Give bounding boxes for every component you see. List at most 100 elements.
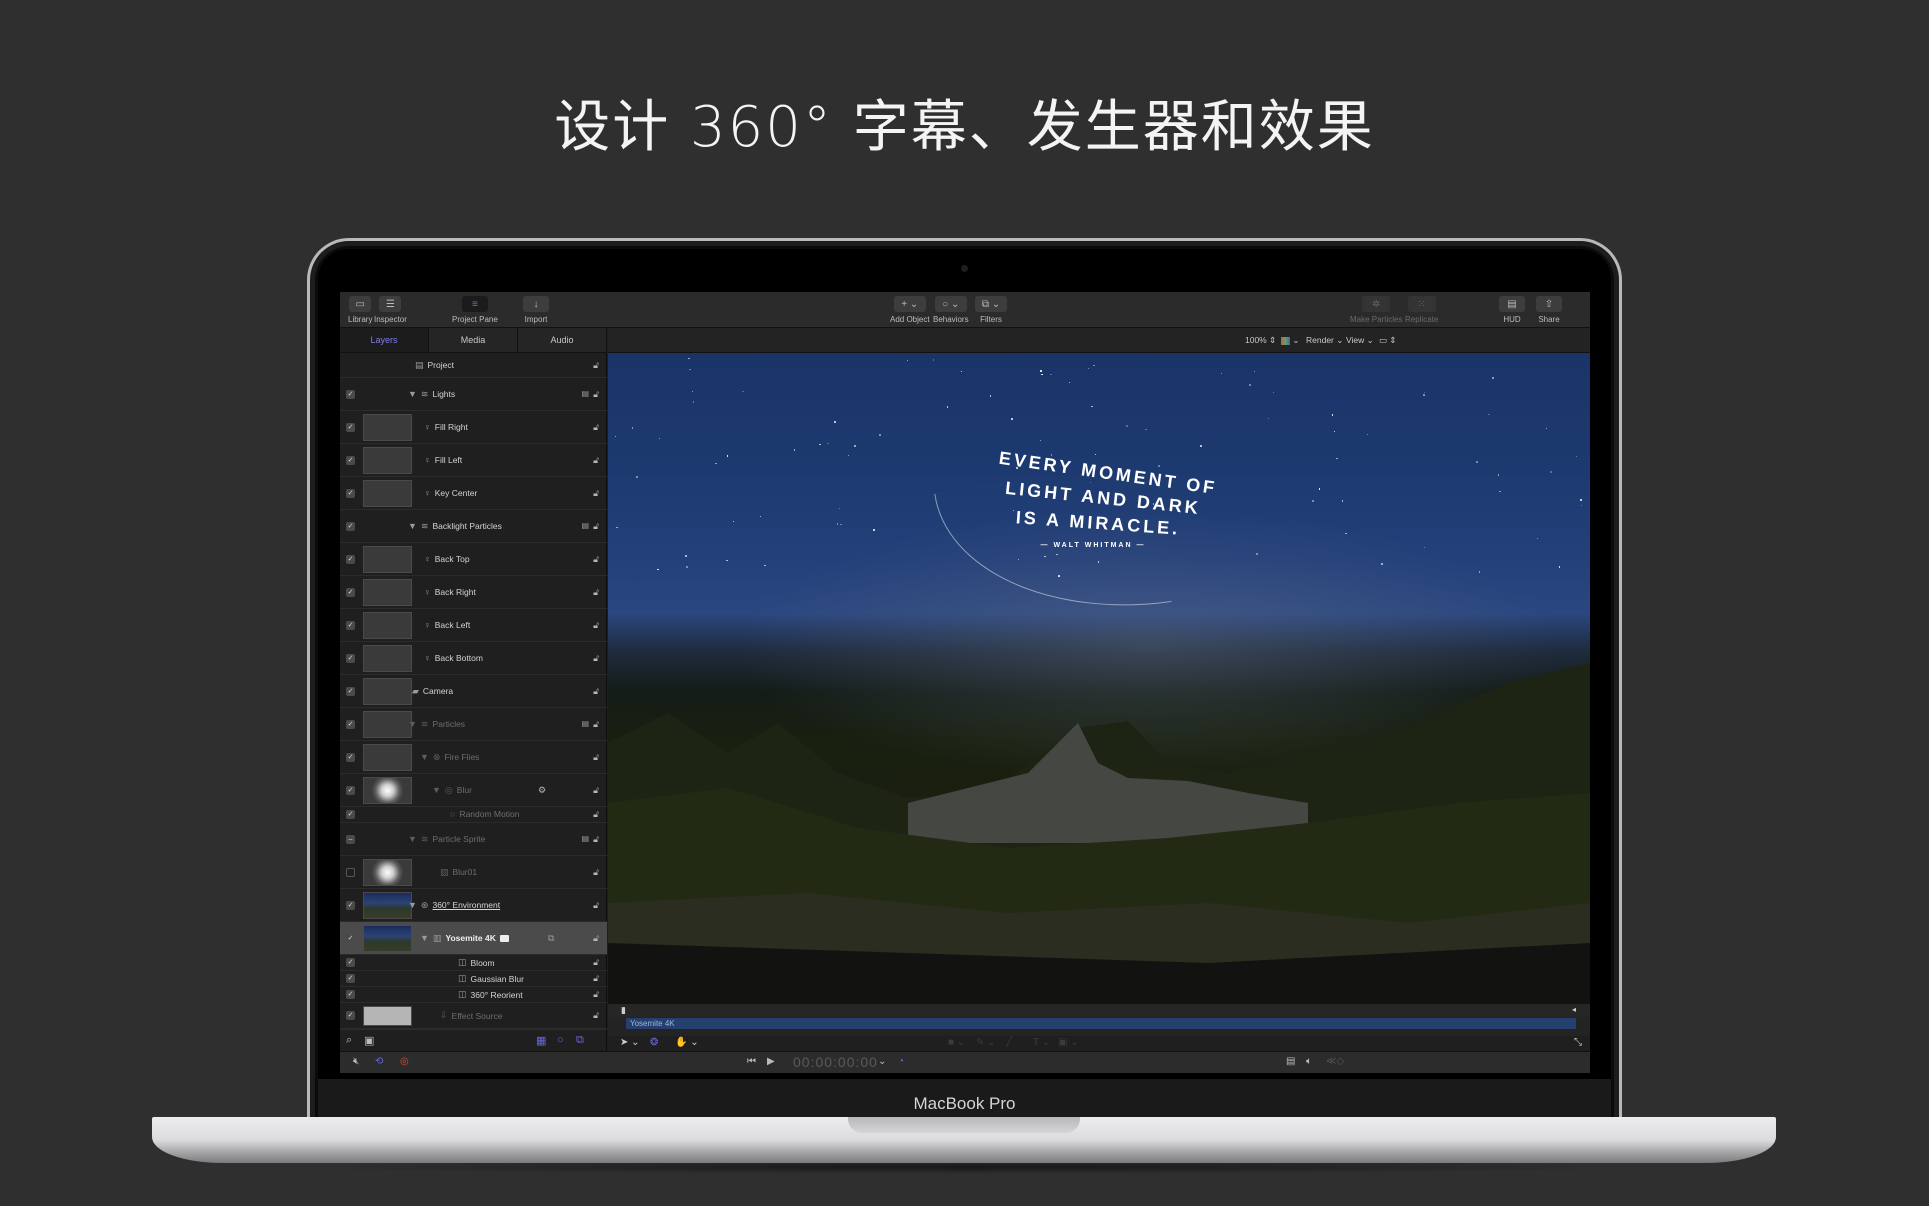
select-tool-icon[interactable]: ➤ ⌄	[620, 1037, 640, 1048]
layer-row[interactable]: ✓ ▼ ≋ Lights ▤ 🔓︎	[340, 378, 607, 411]
layer-visibility-checkbox[interactable]: ✓	[346, 653, 355, 663]
lock-icon[interactable]: 🔓︎	[593, 752, 599, 763]
blend-stack-icon[interactable]: ▤	[581, 521, 589, 530]
layer-row[interactable]: ✓ ◫ Gaussian Blur 🔓︎	[340, 971, 607, 987]
lock-icon[interactable]: 🔓︎	[593, 554, 599, 565]
layer-row[interactable]: ✓ ♀ Back Bottom 🔓︎	[340, 642, 607, 675]
layer-row[interactable]: ✓ ◫ 360° Reorient 🔓︎	[340, 987, 607, 1003]
layer-row[interactable]: – ▼ ≋ Particle Sprite ▤ 🔓︎	[340, 823, 607, 856]
lock-icon[interactable]: 🔓︎	[593, 521, 599, 532]
layer-visibility-checkbox[interactable]: ✓	[346, 958, 355, 967]
lock-icon[interactable]: 🔓︎	[593, 719, 599, 730]
disclosure-triangle-icon[interactable]: ▼	[420, 752, 429, 762]
layer-visibility-checkbox[interactable]: ✓	[346, 587, 355, 597]
lock-icon[interactable]: 🔓︎	[593, 455, 599, 466]
layer-title[interactable]: ▰ Camera	[412, 686, 453, 697]
lock-icon[interactable]: 🔓︎	[593, 785, 599, 796]
layer-title[interactable]: ○ Random Motion	[450, 809, 519, 819]
play-icon[interactable]: ▶	[767, 1056, 775, 1067]
out-point-icon[interactable]: ◂	[1572, 1005, 1576, 1014]
view-menu[interactable]: View ⌄	[1346, 335, 1374, 346]
lock-icon[interactable]: 🔓︎	[593, 389, 599, 400]
layer-visibility-checkbox[interactable]: ✓	[346, 488, 355, 498]
replicate-button[interactable]: ⁙ Replicate	[1405, 296, 1438, 324]
timeline-toggle-icon[interactable]: ▤	[1286, 1056, 1295, 1067]
project-pane-button[interactable]: ≡ Project Pane	[452, 296, 498, 324]
layer-title[interactable]: ♀ Back Left	[424, 620, 470, 630]
layer-title[interactable]: ▼ ≋ Particle Sprite	[408, 834, 485, 845]
layer-row[interactable]: ✓ ○ Random Motion 🔓︎	[340, 807, 607, 823]
layer-visibility-checkbox[interactable]: ✓	[346, 785, 355, 795]
show-bg-icon[interactable]: ▦	[536, 1034, 546, 1047]
layer-row[interactable]: ✓ ▼ ◎ Blur ⚙ 🔓︎	[340, 774, 607, 807]
layer-row[interactable]: ✓ ♀ Fill Right 🔓︎	[340, 411, 607, 444]
thumbnail-toggle-icon[interactable]: ▣	[364, 1034, 374, 1047]
layer-row[interactable]: ✓ ♀ Fill Left 🔓︎	[340, 444, 607, 477]
lock-icon[interactable]: 🔓︎	[593, 973, 599, 984]
layer-visibility-checkbox[interactable]: ✓	[346, 554, 355, 564]
layer-row[interactable]: ✓ ♀ Back Top 🔓︎	[340, 543, 607, 576]
layer-visibility-checkbox[interactable]: ✓	[346, 933, 355, 943]
lock-icon[interactable]: 🔓︎	[593, 809, 599, 820]
behaviors-button[interactable]: ○ ⌄ Behaviors	[933, 296, 969, 324]
disclosure-triangle-icon[interactable]: ▼	[408, 389, 417, 399]
layer-visibility-checkbox[interactable]: ✓	[346, 455, 355, 465]
orbit-tool-icon[interactable]: ❂	[650, 1037, 658, 1048]
layer-row[interactable]: ✓ ▼ ⊗ Fire Flies 🔓︎	[340, 741, 607, 774]
layer-visibility-checkbox[interactable]: ✓	[346, 900, 355, 910]
make-particles-button[interactable]: ✲ Make Particles	[1350, 296, 1402, 324]
keyframe-icon[interactable]: ≪◇	[1326, 1056, 1344, 1067]
layer-visibility-checkbox[interactable]: ✓	[346, 990, 355, 999]
loop-icon[interactable]: ⟲	[375, 1056, 383, 1067]
layer-visibility-checkbox[interactable]: ✓	[346, 422, 355, 432]
blend-stack-icon[interactable]: ▤	[581, 834, 589, 843]
lock-icon[interactable]: 🔓︎	[593, 488, 599, 499]
layer-row[interactable]: ✓ ♀ Key Center 🔓︎	[340, 477, 607, 510]
layer-visibility-checkbox[interactable]: ✓	[346, 620, 355, 630]
mask-icon[interactable]: ○	[557, 1034, 564, 1046]
layer-visibility-checkbox[interactable]: ✓	[346, 810, 355, 819]
layer-visibility-checkbox[interactable]: ✓	[346, 521, 355, 531]
layer-row[interactable]: ✓ ▰ Camera 🔓︎	[340, 675, 607, 708]
audio-mute-icon[interactable]: 🔇︎	[353, 1056, 359, 1067]
layer-title[interactable]: ▼ ⊛ 360° Environment	[408, 900, 500, 911]
filters-button[interactable]: ⧉ ⌄ Filters	[975, 296, 1007, 324]
layer-visibility-checkbox[interactable]: ✓	[346, 389, 355, 399]
layer-row[interactable]: ▤ Project 🔓︎	[340, 353, 607, 378]
layer-title[interactable]: ⇩ Effect Source	[440, 1010, 502, 1021]
layer-title[interactable]: ◫ Bloom	[458, 957, 495, 968]
disclosure-triangle-icon[interactable]: ▼	[408, 719, 417, 729]
layer-visibility-checkbox[interactable]: ✓	[346, 686, 355, 696]
go-to-start-icon[interactable]: ⏮︎	[747, 1056, 756, 1067]
tab-audio[interactable]: Audio	[518, 328, 607, 352]
audio-icon[interactable]: 🔈︎	[1306, 1056, 1312, 1067]
lock-icon[interactable]: 🔓︎	[593, 933, 599, 944]
library-button[interactable]: ▭ Library	[348, 296, 372, 324]
layer-row[interactable]: ✓ ▼ ≋ Particles ▤ 🔓︎	[340, 708, 607, 741]
layer-title[interactable]: ▼ ◎ Blur	[432, 785, 472, 796]
layer-visibility-checkbox[interactable]: ✓	[346, 1011, 355, 1020]
disclosure-triangle-icon[interactable]: ▼	[408, 900, 417, 910]
disclosure-triangle-icon[interactable]: ▼	[408, 521, 417, 531]
layer-title[interactable]: ♀ Fill Left	[424, 455, 462, 465]
layer-row[interactable]: ✓ ♀ Back Right 🔓︎	[340, 576, 607, 609]
lock-icon[interactable]: 🔓︎	[593, 587, 599, 598]
lock-icon[interactable]: 🔓︎	[593, 989, 599, 1000]
layer-row[interactable]: ✓ ♀ Back Left 🔓︎	[340, 609, 607, 642]
lock-icon[interactable]: 🔓︎	[593, 653, 599, 664]
search-icon[interactable]: ⌕	[346, 1034, 352, 1047]
tab-layers[interactable]: Layers	[340, 328, 429, 352]
layer-title[interactable]: ▼ ≋ Lights	[408, 389, 455, 400]
layer-visibility-checkbox[interactable]: ✓	[346, 719, 355, 729]
lock-icon[interactable]: 🔓︎	[593, 1010, 599, 1021]
layer-title[interactable]: ◫ Gaussian Blur	[458, 973, 524, 984]
lock-icon[interactable]: 🔓︎	[593, 360, 599, 371]
layer-visibility-checkbox[interactable]: –	[346, 834, 355, 844]
lock-icon[interactable]: 🔓︎	[593, 867, 599, 878]
lock-icon[interactable]: 🔓︎	[593, 834, 599, 845]
disclosure-triangle-icon[interactable]: ▼	[408, 834, 417, 844]
layer-row[interactable]: ✓ ◫ Bloom 🔓︎	[340, 955, 607, 971]
layer-title[interactable]: ▧ Blur01	[440, 867, 477, 878]
inspector-button[interactable]: ☰ Inspector	[374, 296, 407, 324]
lock-icon[interactable]: 🔓︎	[593, 620, 599, 631]
